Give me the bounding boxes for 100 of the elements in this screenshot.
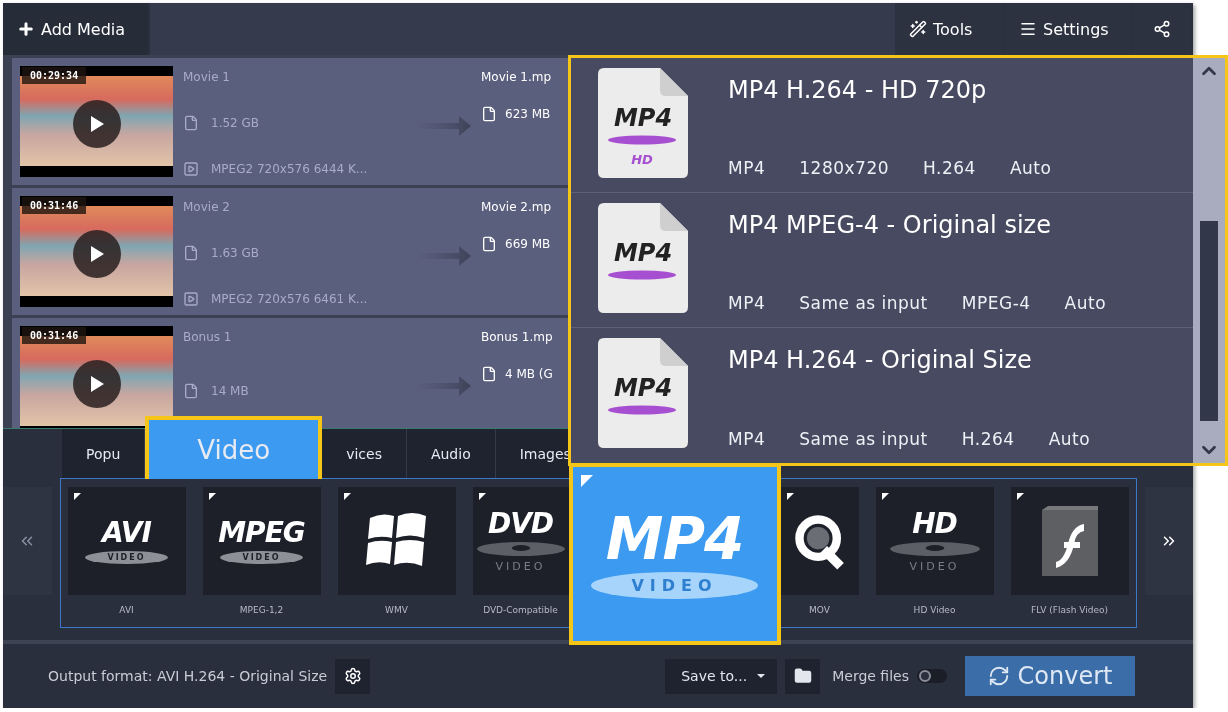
file-name: Movie 2	[183, 200, 231, 214]
plus-icon	[17, 20, 35, 38]
corner-mark	[786, 493, 794, 500]
settings-icon	[343, 667, 362, 685]
preset-spec: Same as input	[799, 293, 928, 313]
play-icon	[90, 246, 104, 262]
output-file-name: Bonus 1.mp	[481, 330, 553, 344]
share-button[interactable]	[1133, 3, 1193, 55]
file-name: Bonus 1	[183, 330, 233, 344]
preset-spec: Same as input	[799, 429, 928, 449]
preset-item[interactable]: MP4 HD MP4 H.264 - HD 720p MP4 1280x720 H.264 Auto	[571, 58, 1193, 193]
format-logo: MPEG	[218, 518, 305, 547]
add-media-button[interactable]: Add Media	[3, 3, 150, 55]
video-icon	[183, 291, 199, 307]
format-logo: HD	[912, 509, 957, 538]
play-button[interactable]	[73, 360, 121, 408]
file-size: 1.63 GB	[211, 245, 260, 260]
disc-icon	[889, 541, 980, 556]
folder-icon	[793, 667, 812, 685]
corner-mark	[208, 493, 216, 500]
merge-toggle[interactable]	[917, 669, 947, 683]
format-label: MPEG-1,2	[239, 605, 284, 615]
file-size: 1.52 GB	[211, 115, 260, 130]
folder-button[interactable]	[785, 658, 821, 694]
preset-title: MP4 MPEG-4 - Original size	[728, 211, 1052, 239]
format-logo-caption: VIDEO	[591, 571, 758, 599]
output-size: 623 MB	[505, 107, 551, 121]
tools-button[interactable]: Tools	[895, 3, 1005, 55]
play-button[interactable]	[73, 230, 121, 278]
format-label: AVI	[119, 605, 134, 615]
mp4-file-icon: MP4	[598, 203, 688, 313]
format-tile[interactable]: MPEG VIDEO	[202, 487, 321, 595]
play-icon	[90, 376, 104, 392]
mp4-file-icon: MP4 HD	[598, 68, 688, 178]
format-logo: MP4	[605, 509, 744, 568]
format-logo-caption: VIDEO	[909, 559, 960, 573]
scrollbar[interactable]	[1193, 58, 1225, 463]
format-tile[interactable]	[337, 487, 456, 595]
preset-spec: MP4	[728, 429, 766, 449]
format-logo-caption: VIDEO	[85, 550, 168, 564]
file-icon	[183, 382, 199, 399]
output-format-text: Output format: AVI H.264 - Original Size	[48, 668, 328, 684]
preset-spec: 1280x720	[799, 158, 890, 178]
file-icon	[481, 106, 497, 122]
output-size: 669 MB	[505, 237, 551, 251]
duration-badge: 00:29:34	[22, 67, 87, 84]
format-label: WMV	[385, 605, 408, 615]
format-logo-caption: VIDEO	[495, 559, 546, 573]
caret-icon	[757, 674, 766, 678]
settings-button[interactable]: Settings	[1005, 3, 1133, 55]
video-icon	[183, 161, 199, 177]
preset-spec: Auto	[1064, 293, 1107, 313]
format-tile[interactable]: HD VIDEO	[875, 487, 994, 595]
file-size: 14 MB	[211, 383, 249, 398]
disc-icon	[476, 541, 565, 556]
scroll-thumb[interactable]	[1200, 220, 1218, 421]
preset-spec: H.264	[923, 158, 976, 178]
output-file-name: Movie 2.mp	[481, 200, 552, 214]
preset-spec: MP4	[728, 293, 766, 313]
convert-button[interactable]: Convert	[965, 656, 1135, 696]
output-file-name: Movie 1.mp	[481, 70, 552, 84]
save-to-dropdown[interactable]: Save to...	[665, 658, 778, 694]
wand-icon	[909, 20, 927, 38]
corner-mark	[1016, 493, 1024, 500]
menu-icon	[1019, 20, 1037, 38]
preset-title: MP4 H.264 - Original Size	[728, 346, 1033, 374]
format-label: MOV	[809, 605, 830, 615]
corner-mark	[73, 493, 81, 500]
format-label: HD Video	[913, 605, 956, 615]
preset-spec: Auto	[1009, 158, 1052, 178]
format-tile[interactable]: AVI VIDEO	[67, 487, 186, 595]
preset-spec: Auto	[1048, 429, 1091, 449]
format-tile[interactable]	[780, 487, 859, 595]
file-name: Movie 1	[183, 70, 231, 84]
format-tab[interactable]: vices	[322, 429, 407, 478]
preset-spec: MPEG-4	[961, 293, 1031, 313]
mp4-file-icon: MP4	[598, 338, 688, 448]
preset-spec: H.264	[961, 429, 1015, 449]
format-label: DVD-Compatible	[483, 605, 558, 615]
play-icon	[90, 116, 104, 132]
format-logo: AVI	[102, 518, 151, 547]
format-logo: DVD	[487, 509, 554, 538]
format-tab[interactable]: Audio	[406, 429, 496, 478]
duration-badge: 00:31:46	[22, 197, 87, 214]
refresh-icon	[987, 665, 1010, 687]
corner-mark	[881, 493, 889, 500]
preset-item[interactable]: MP4 MP4 MPEG-4 - Original size MP4 Same as input MPEG-4 Auto	[571, 193, 1193, 328]
duration-badge: 00:31:46	[22, 327, 87, 344]
codec-info: MPEG2 720x576 6461 K...	[211, 292, 368, 306]
merge-files-label: Merge files	[832, 668, 909, 684]
format-tile[interactable]: DVD VIDEO	[472, 487, 569, 595]
format-logo-caption: VIDEO	[220, 550, 303, 564]
preset-title: MP4 H.264 - HD 720p	[728, 76, 988, 104]
format-tab[interactable]: Popu	[62, 429, 146, 478]
codec-info: MPEG2 720x576 6444 K...	[211, 162, 368, 176]
play-button[interactable]	[73, 100, 121, 148]
preset-spec: MP4	[728, 158, 766, 178]
format-tile[interactable]	[1010, 487, 1129, 595]
share-icon	[1153, 20, 1171, 38]
settings-button[interactable]	[335, 658, 371, 694]
